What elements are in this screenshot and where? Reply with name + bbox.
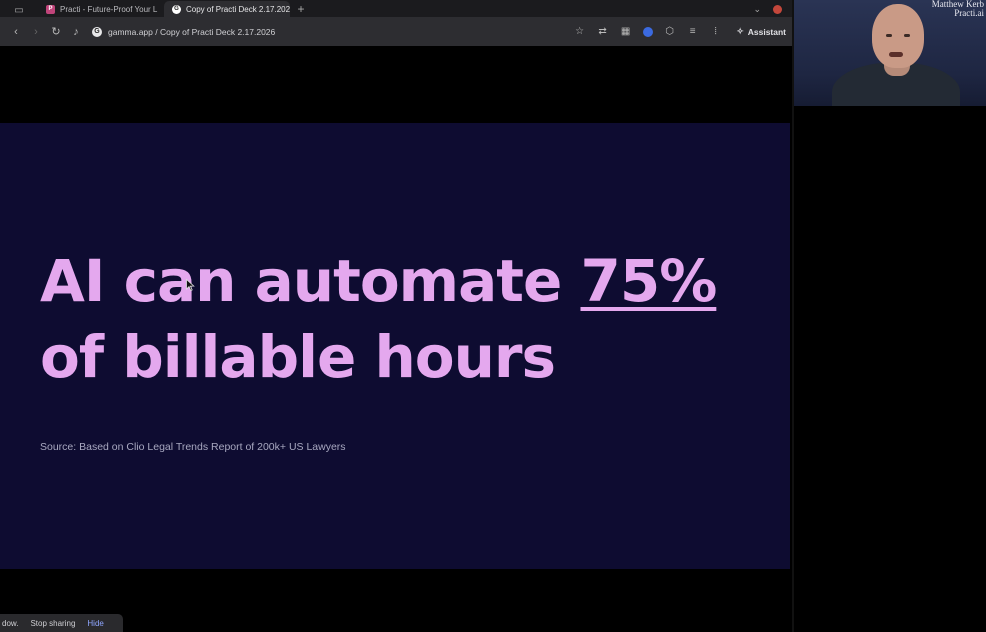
mouse-cursor-icon bbox=[186, 279, 195, 291]
webcam-eye bbox=[886, 34, 892, 37]
new-tab-button[interactable]: + bbox=[290, 1, 312, 17]
tab-label: Copy of Practi Deck 2.17.202 bbox=[186, 4, 290, 14]
audio-icon[interactable]: ⦙ bbox=[710, 26, 722, 37]
slide-source: Source: Based on Clio Legal Trends Repor… bbox=[40, 441, 346, 453]
webcam-mouth bbox=[889, 52, 903, 57]
address-text: gamma.app / Copy of Practi Deck 2.17.202… bbox=[108, 26, 276, 37]
webcam-person-head bbox=[872, 4, 924, 68]
puzzle-icon[interactable]: ⬡ bbox=[664, 26, 676, 37]
assistant-icon: ✧ bbox=[736, 26, 744, 36]
link-icon[interactable]: ⇄ bbox=[597, 26, 609, 37]
extension-icon[interactable]: ▦ bbox=[620, 26, 632, 37]
share-bar-text: dow. bbox=[2, 618, 19, 628]
headline-line-2: of billable hours bbox=[40, 323, 556, 391]
extension-blue-icon[interactable] bbox=[642, 26, 653, 37]
tab-overview-icon[interactable]: ▭ bbox=[0, 3, 38, 17]
headline-prefix: AI can automate bbox=[40, 247, 581, 315]
headline-highlight: 75% bbox=[580, 247, 718, 315]
screen-share-bar: dow. Stop sharing Hide bbox=[0, 614, 123, 632]
tab-label: Practi - Future-Proof Your L bbox=[60, 4, 158, 14]
tab-list-chevron-icon[interactable]: ⌄ bbox=[753, 4, 761, 15]
webcam-company: Practi.ai bbox=[954, 8, 984, 18]
assistant-button[interactable]: ✧ Assistant bbox=[737, 26, 786, 37]
stop-sharing-button[interactable]: Stop sharing bbox=[30, 619, 75, 628]
webcam-video: Matthew Kerb Practi.ai bbox=[794, 0, 986, 106]
page-content: AI can automate 75% of billable hours So… bbox=[0, 46, 792, 632]
microphone-icon[interactable]: ♪ bbox=[66, 22, 86, 42]
site-icon: G bbox=[92, 26, 102, 37]
profile-icon[interactable] bbox=[773, 4, 782, 14]
webcam-eye bbox=[904, 34, 910, 37]
reader-icon[interactable]: ≡ bbox=[687, 26, 699, 37]
slide-headline: AI can automate 75% of billable hours bbox=[40, 243, 718, 395]
tab-bar: ▭ P Practi - Future-Proof Your L G Copy … bbox=[0, 0, 792, 17]
side-panel bbox=[794, 106, 986, 632]
screen: ▭ P Practi - Future-Proof Your L G Copy … bbox=[0, 0, 986, 632]
practi-favicon-icon: P bbox=[46, 4, 55, 14]
webcam-name-label: Matthew Kerb Practi.ai bbox=[932, 0, 984, 18]
address-bar[interactable]: G gamma.app / Copy of Practi Deck 2.17.2… bbox=[92, 22, 275, 42]
bookmark-star-icon[interactable]: ☆ bbox=[574, 26, 586, 37]
browser-toolbar: ‹ › ↻ ♪ G gamma.app / Copy of Practi Dec… bbox=[0, 17, 792, 46]
forward-icon[interactable]: › bbox=[26, 22, 46, 42]
headline-line-1: AI can automate 75% bbox=[40, 243, 718, 319]
reload-icon[interactable]: ↻ bbox=[46, 22, 66, 42]
hide-button[interactable]: Hide bbox=[87, 619, 103, 628]
back-icon[interactable]: ‹ bbox=[6, 22, 26, 42]
browser-window: ▭ P Practi - Future-Proof Your L G Copy … bbox=[0, 0, 792, 632]
gamma-favicon-icon: G bbox=[172, 4, 181, 14]
tab-gamma-deck[interactable]: G Copy of Practi Deck 2.17.202 bbox=[164, 1, 290, 17]
tab-practi[interactable]: P Practi - Future-Proof Your L bbox=[38, 1, 164, 17]
presentation-slide: AI can automate 75% of billable hours So… bbox=[0, 123, 790, 569]
assistant-label: Assistant bbox=[747, 26, 786, 37]
